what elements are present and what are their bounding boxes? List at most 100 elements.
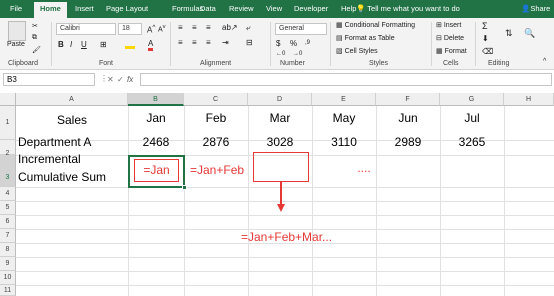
select-all-corner[interactable] xyxy=(0,93,16,106)
cell-g2[interactable]: 3265 xyxy=(440,135,504,149)
format-as-table-button[interactable]: ▤ Format as Table xyxy=(336,34,395,42)
delete-cells-button[interactable]: ⊟ Delete xyxy=(436,34,464,42)
bold-icon[interactable]: B xyxy=(58,40,64,49)
tab-home[interactable]: Home xyxy=(34,2,67,18)
tab-review[interactable]: Review xyxy=(229,4,254,13)
row-header-3[interactable]: 3 xyxy=(0,155,16,187)
italic-icon[interactable]: I xyxy=(70,40,72,49)
decrease-decimal-icon[interactable]: →0 xyxy=(293,51,302,57)
cell-a3-line-1[interactable]: Incremental xyxy=(18,152,81,166)
increase-decimal-icon[interactable]: ←0 xyxy=(276,51,285,57)
font-size-select[interactable]: 18 xyxy=(118,23,142,35)
row-header-2[interactable]: 2 xyxy=(0,140,16,157)
wrap-text-icon[interactable]: ⤶ xyxy=(246,23,250,33)
borders-icon[interactable]: ⊞ xyxy=(100,40,107,49)
cancel-icon[interactable]: ✕ xyxy=(107,75,114,84)
shrink-font-icon[interactable]: Av xyxy=(158,24,166,33)
copy-icon[interactable]: ⧉ xyxy=(32,34,37,42)
cut-icon[interactable]: ✂ xyxy=(32,22,38,30)
formula-input[interactable] xyxy=(140,73,552,86)
paste-button[interactable]: Paste xyxy=(7,41,25,48)
cell-f1[interactable]: Jun xyxy=(376,111,440,125)
cell-a2[interactable]: Department A xyxy=(18,135,91,149)
comma-style-icon[interactable]: ,9 xyxy=(305,40,310,46)
clipboard-icon[interactable] xyxy=(8,21,26,41)
align-bottom-icon[interactable]: ≡ xyxy=(206,23,211,32)
name-box[interactable]: B3 xyxy=(3,73,95,86)
tab-developer[interactable]: Developer xyxy=(294,4,328,13)
underline-icon[interactable]: U xyxy=(81,40,87,49)
cell-a3-line-2[interactable]: Cumulative Sum xyxy=(18,170,106,184)
autosum-icon[interactable]: Σ xyxy=(482,21,488,31)
tab-data[interactable]: Data xyxy=(200,4,216,13)
align-top-icon[interactable]: ≡ xyxy=(178,23,183,32)
font-color-icon[interactable]: A xyxy=(148,39,154,51)
find-select-icon[interactable]: 🔍 xyxy=(524,28,535,39)
column-header-d[interactable]: D xyxy=(248,93,312,106)
insert-function-button[interactable]: fx xyxy=(127,75,133,84)
orientation-icon[interactable]: ab↗ xyxy=(222,23,238,32)
format-painter-icon[interactable]: 🖌 xyxy=(32,46,41,54)
cell-c3[interactable]: =Jan+Feb xyxy=(190,163,244,177)
percent-icon[interactable]: % xyxy=(290,39,297,48)
align-center-icon[interactable]: ≡ xyxy=(192,38,197,47)
insert-cells-button[interactable]: ⊞ Insert xyxy=(436,21,461,29)
merge-center-icon[interactable]: ⊟ xyxy=(246,38,253,47)
tab-formulas[interactable]: Formulas xyxy=(172,4,203,13)
column-header-h[interactable]: H xyxy=(504,93,554,106)
tab-insert[interactable]: Insert xyxy=(75,4,94,13)
column-header-g[interactable]: G xyxy=(440,93,504,106)
conditional-formatting-button[interactable]: ▦ Conditional Formatting xyxy=(336,21,415,29)
enter-icon[interactable]: ✓ xyxy=(117,75,124,84)
tab-page-layout[interactable]: Page Layout xyxy=(106,4,148,13)
cell-e1[interactable]: May xyxy=(312,111,376,125)
cell-f2[interactable]: 2989 xyxy=(376,135,440,149)
align-right-icon[interactable]: ≡ xyxy=(206,38,211,47)
cell-c2[interactable]: 2876 xyxy=(184,135,248,149)
collapse-ribbon-icon[interactable]: ^ xyxy=(543,58,546,65)
column-header-a[interactable]: A xyxy=(16,93,128,106)
column-header-b[interactable]: B xyxy=(128,93,184,106)
fill-handle[interactable] xyxy=(182,185,187,190)
cell-d1[interactable]: Mar xyxy=(248,111,312,125)
cell-c1[interactable]: Feb xyxy=(184,111,248,125)
row-header-5[interactable]: 5 xyxy=(0,201,16,215)
align-middle-icon[interactable]: ≡ xyxy=(192,23,197,32)
cell-e2[interactable]: 3110 xyxy=(312,135,376,149)
font-name-select[interactable]: Calibri xyxy=(56,23,116,35)
row-header-6[interactable]: 6 xyxy=(0,215,16,229)
tell-me-search[interactable]: 💡 Tell me what you want to do xyxy=(356,4,460,13)
cell-b2[interactable]: 2468 xyxy=(128,135,184,149)
cell-g1[interactable]: Jul xyxy=(440,111,504,125)
tab-view[interactable]: View xyxy=(266,4,282,13)
row-header-11[interactable]: 11 xyxy=(0,285,16,296)
row-header-7[interactable]: 7 xyxy=(0,229,16,243)
column-header-e[interactable]: E xyxy=(312,93,376,106)
row-header-10[interactable]: 10 xyxy=(0,271,16,285)
format-cells-button[interactable]: ▦ Format xyxy=(436,47,467,55)
fill-icon[interactable]: ⬇ xyxy=(482,34,489,43)
row-header-1[interactable]: 1 xyxy=(0,106,16,140)
column-header-c[interactable]: C xyxy=(184,93,248,106)
cell-b3[interactable]: =Jan xyxy=(134,163,179,177)
cell-e3[interactable]: .... xyxy=(312,161,416,175)
sort-filter-icon[interactable]: ⇅ xyxy=(505,28,513,39)
cell-a1[interactable]: Sales xyxy=(16,113,128,127)
cell-styles-button[interactable]: ▧ Cell Styles xyxy=(336,47,378,55)
cell-b1[interactable]: Jan xyxy=(128,111,184,125)
row-header-4[interactable]: 4 xyxy=(0,187,16,201)
grow-font-icon[interactable]: A^ xyxy=(147,24,155,35)
number-format-select[interactable]: General xyxy=(275,23,327,35)
clear-icon[interactable]: ⌫ xyxy=(482,47,493,56)
row-header-8[interactable]: 8 xyxy=(0,243,16,257)
row-header-9[interactable]: 9 xyxy=(0,257,16,271)
align-left-icon[interactable]: ≡ xyxy=(178,38,183,47)
fill-color-icon[interactable] xyxy=(125,39,135,49)
column-header-f[interactable]: F xyxy=(376,93,440,106)
share-button[interactable]: 👤Share xyxy=(521,4,550,13)
indent-icon[interactable]: ⇥ xyxy=(222,38,229,47)
accounting-format-icon[interactable]: $ xyxy=(276,39,280,48)
tab-help[interactable]: Help xyxy=(341,4,356,13)
cell-d2[interactable]: 3028 xyxy=(248,135,312,149)
tab-file[interactable]: File xyxy=(10,4,22,13)
